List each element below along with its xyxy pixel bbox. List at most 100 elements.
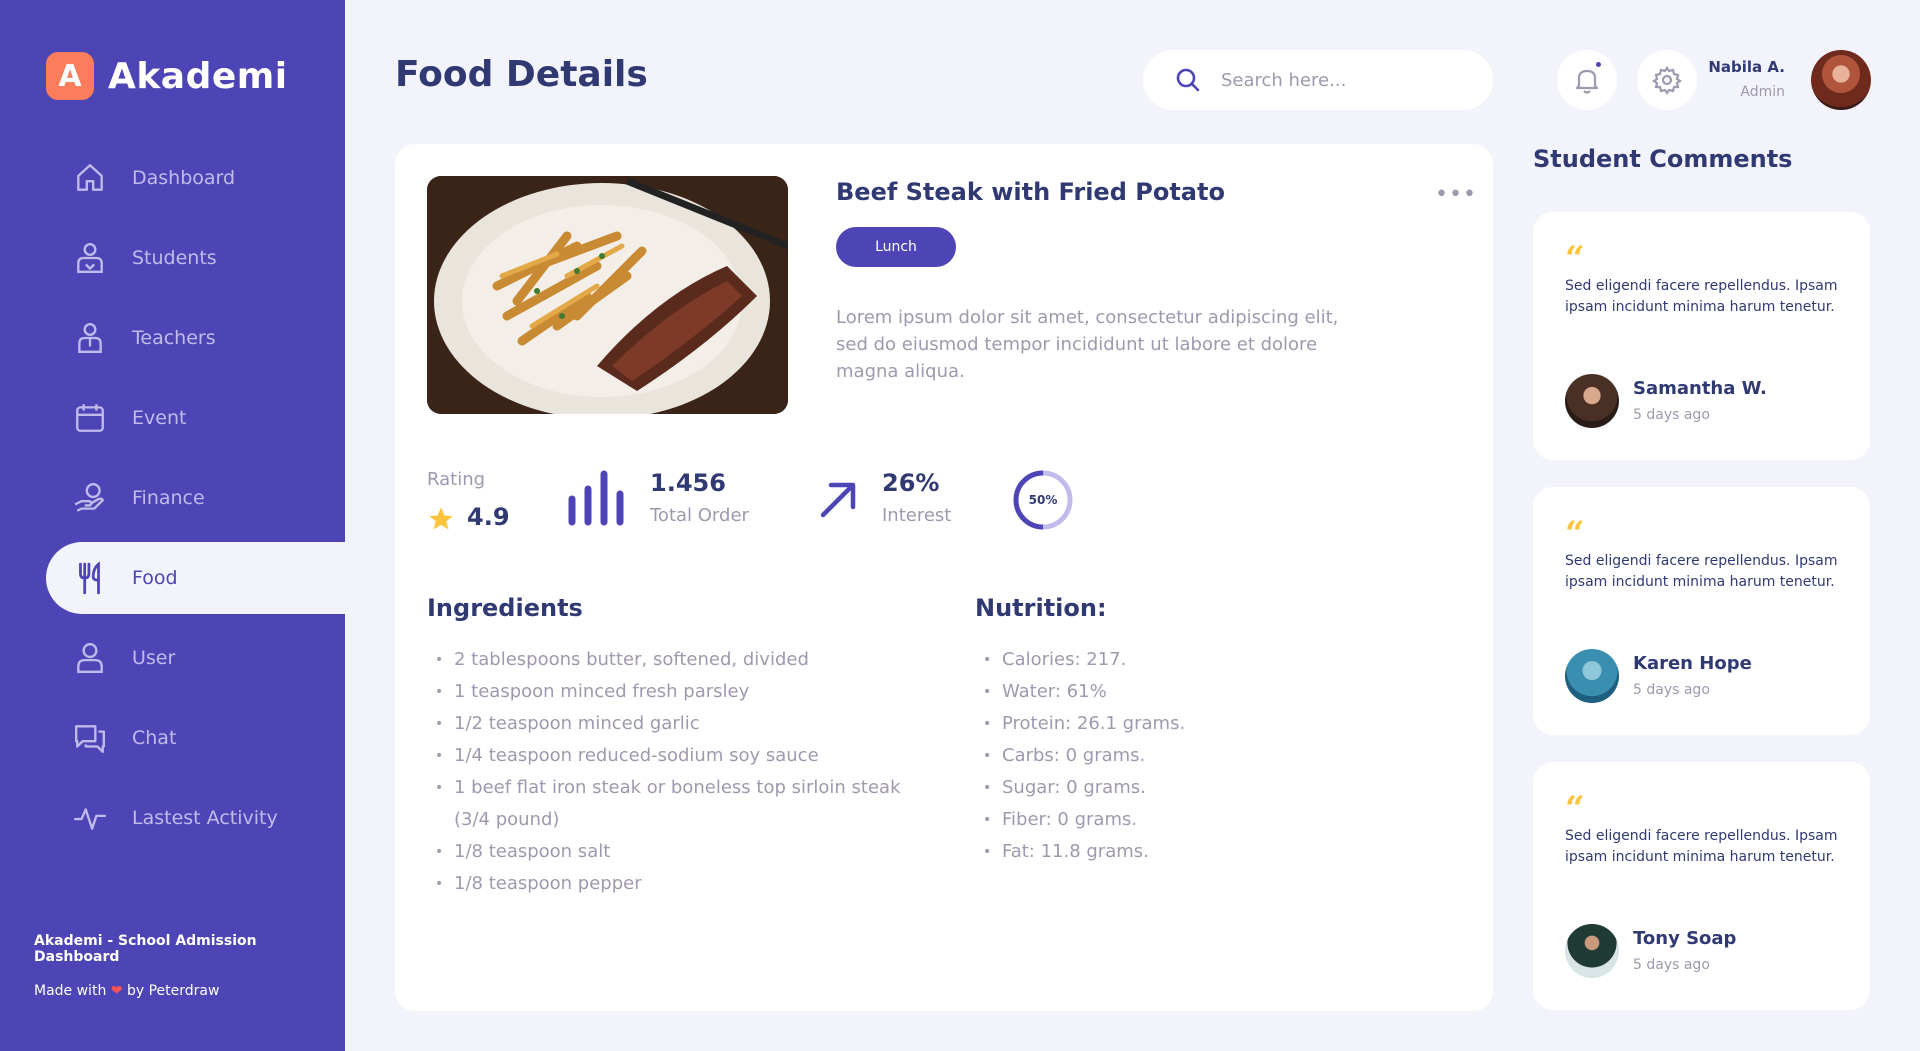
list-item: 1/8 teaspoon pepper xyxy=(427,868,927,900)
sidebar-item-user[interactable]: User xyxy=(46,622,345,694)
total-order-value: 1.456 xyxy=(650,469,726,497)
star-icon xyxy=(429,507,453,530)
footer-credit: Made with ❤ by Peterdraw xyxy=(34,983,345,999)
sidebar-item-students[interactable]: Students xyxy=(46,222,345,294)
bar-chart-icon xyxy=(568,470,624,526)
list-item: Carbs: 0 grams. xyxy=(975,740,1375,772)
progress-ring: 50% xyxy=(1013,470,1073,530)
meal-tag-button[interactable]: Lunch xyxy=(836,227,956,267)
more-options-icon[interactable]: ••• xyxy=(1435,182,1477,207)
arrow-up-right-icon xyxy=(820,482,856,518)
brand[interactable]: A Akademi xyxy=(46,52,288,100)
search-input[interactable] xyxy=(1221,69,1461,91)
comment-card: “ Sed eligendi facere repellendus. Ipsam… xyxy=(1533,487,1870,735)
sidebar-item-dashboard[interactable]: Dashboard xyxy=(46,142,345,214)
list-item: Sugar: 0 grams. xyxy=(975,772,1375,804)
list-item: 1/2 teaspoon minced garlic xyxy=(427,708,927,740)
student-icon xyxy=(72,240,108,276)
list-item: Calories: 217. xyxy=(975,644,1375,676)
avatar[interactable] xyxy=(1565,374,1619,428)
activity-icon xyxy=(72,800,108,836)
heart-icon: ❤ xyxy=(110,983,123,999)
sidebar-item-label: Finance xyxy=(132,487,205,509)
brand-name: Akademi xyxy=(108,55,288,97)
food-details-card: Beef Steak with Fried Potato ••• Lunch L… xyxy=(395,144,1493,1011)
search-bar[interactable] xyxy=(1143,50,1493,110)
home-icon xyxy=(72,160,108,196)
list-item: 1 beef flat iron steak or boneless top s… xyxy=(427,772,927,836)
sidebar-item-finance[interactable]: Finance xyxy=(46,462,345,534)
sidebar-item-label: Students xyxy=(132,247,217,269)
food-name: Beef Steak with Fried Potato xyxy=(836,178,1225,206)
user-name: Nabila A. xyxy=(1708,58,1785,76)
sidebar-item-label: Teachers xyxy=(132,327,216,349)
nutrition-title: Nutrition: xyxy=(975,594,1107,622)
user-icon xyxy=(72,640,108,676)
avatar[interactable] xyxy=(1565,649,1619,703)
quote-icon: “ xyxy=(1565,514,1585,554)
comment-card: “ Sed eligendi facere repellendus. Ipsam… xyxy=(1533,212,1870,460)
sidebar-item-food[interactable]: Food xyxy=(46,542,345,614)
comment-text: Sed eligendi facere repellendus. Ipsam i… xyxy=(1565,278,1838,315)
sidebar-item-latest-activity[interactable]: Lastest Activity xyxy=(46,782,345,854)
search-icon xyxy=(1176,68,1200,92)
teacher-icon xyxy=(72,320,108,356)
comments-title: Student Comments xyxy=(1533,145,1793,173)
avatar[interactable] xyxy=(1811,50,1871,110)
commenter-name: Tony Soap xyxy=(1633,928,1737,949)
comment-text: Sed eligendi facere repellendus. Ipsam i… xyxy=(1565,828,1838,865)
sidebar-footer: Akademi - School Admission Dashboard Mad… xyxy=(34,933,345,999)
interest-label: Interest xyxy=(882,505,952,526)
footer-made-suffix: by Peterdraw xyxy=(126,983,220,999)
rating-value: 4.9 xyxy=(467,503,510,531)
food-icon xyxy=(72,560,108,596)
commenter-name: Karen Hope xyxy=(1633,653,1752,674)
interest-value: 26% xyxy=(882,469,940,497)
list-item: Fiber: 0 grams. xyxy=(975,804,1375,836)
sidebar-item-label: Chat xyxy=(132,727,177,749)
sidebar-item-label: Event xyxy=(132,407,187,429)
ingredients-list: 2 tablespoons butter, softened, divided … xyxy=(427,644,927,900)
sidebar-item-teachers[interactable]: Teachers xyxy=(46,302,345,374)
sidebar-item-label: User xyxy=(132,647,176,669)
gear-icon xyxy=(1652,66,1682,95)
list-item: 2 tablespoons butter, softened, divided xyxy=(427,644,927,676)
user-role: Admin xyxy=(1740,84,1785,100)
sidebar-item-label: Dashboard xyxy=(132,167,236,189)
list-item: 1/8 teaspoon salt xyxy=(427,836,927,868)
progress-ring-label: 50% xyxy=(1029,493,1058,507)
settings-button[interactable] xyxy=(1637,50,1697,110)
calendar-icon xyxy=(72,400,108,436)
food-description: Lorem ipsum dolor sit amet, consectetur … xyxy=(836,307,1339,382)
comment-time: 5 days ago xyxy=(1633,407,1710,423)
footer-made-prefix: Made with xyxy=(34,983,107,999)
notification-button[interactable] xyxy=(1557,50,1617,110)
quote-icon: “ xyxy=(1565,239,1585,279)
brand-logo-icon: A xyxy=(46,52,94,100)
chat-icon xyxy=(72,720,108,756)
list-item: Fat: 11.8 grams. xyxy=(975,836,1375,868)
comment-card: “ Sed eligendi facere repellendus. Ipsam… xyxy=(1533,762,1870,1010)
sidebar: A Akademi Dashboard Students Teachers Ev… xyxy=(0,0,345,1051)
total-order-label: Total Order xyxy=(650,505,749,526)
nutrition-list: Calories: 217. Water: 61% Protein: 26.1 … xyxy=(975,644,1375,868)
comment-time: 5 days ago xyxy=(1633,957,1710,973)
rating-label: Rating xyxy=(427,469,486,490)
finance-icon xyxy=(72,480,108,516)
footer-title: Akademi - School Admission Dashboard xyxy=(34,933,257,965)
comment-time: 5 days ago xyxy=(1633,682,1710,698)
food-image xyxy=(427,176,788,414)
sidebar-nav: Dashboard Students Teachers Event Financ… xyxy=(46,142,345,862)
notification-dot xyxy=(1594,60,1603,69)
list-item: 1 teaspoon minced fresh parsley xyxy=(427,676,927,708)
avatar[interactable] xyxy=(1565,924,1619,978)
bell-icon xyxy=(1575,69,1599,94)
list-item: Water: 61% xyxy=(975,676,1375,708)
sidebar-item-event[interactable]: Event xyxy=(46,382,345,454)
ingredients-title: Ingredients xyxy=(427,594,583,622)
comment-text: Sed eligendi facere repellendus. Ipsam i… xyxy=(1565,553,1838,590)
list-item: Protein: 26.1 grams. xyxy=(975,708,1375,740)
sidebar-item-chat[interactable]: Chat xyxy=(46,702,345,774)
commenter-name: Samantha W. xyxy=(1633,378,1767,399)
page-title: Food Details xyxy=(395,54,648,95)
